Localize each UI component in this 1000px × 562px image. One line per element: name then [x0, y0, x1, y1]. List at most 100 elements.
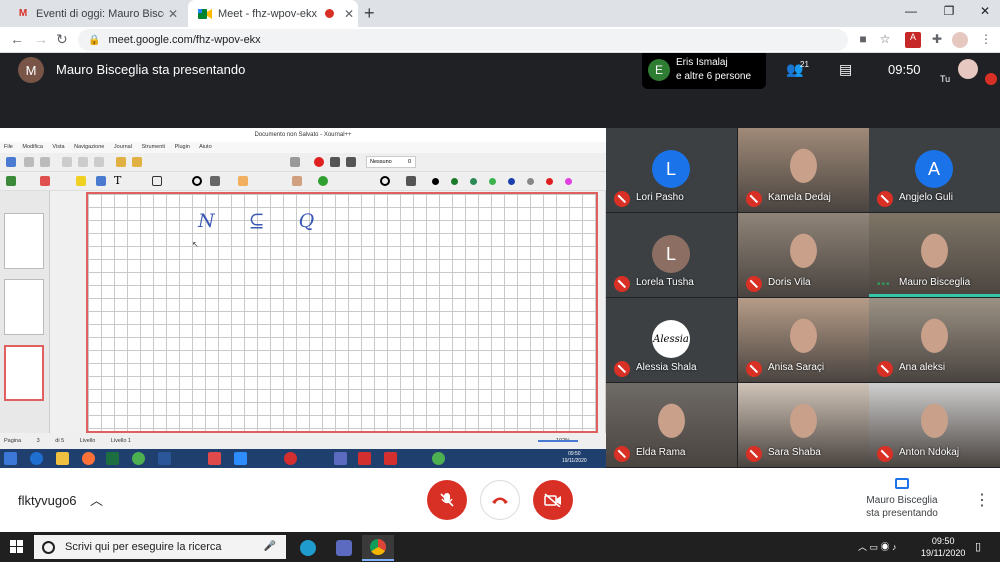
eraser-icon[interactable] — [40, 176, 50, 186]
color-swatch[interactable] — [527, 178, 534, 185]
forward-icon[interactable]: → — [34, 31, 48, 47]
close-tab-icon[interactable]: ✕ — [164, 7, 182, 21]
hand-icon[interactable] — [292, 176, 302, 186]
teams-app[interactable] — [328, 535, 360, 561]
page-input[interactable]: 3 — [37, 438, 40, 444]
page-thumbnail[interactable] — [4, 279, 44, 335]
open-icon[interactable] — [24, 157, 34, 167]
participant-tile[interactable]: L Lori Pasho — [606, 128, 737, 212]
leave-call-button[interactable] — [480, 480, 520, 520]
new-icon[interactable] — [6, 157, 16, 167]
image-icon[interactable] — [96, 176, 106, 186]
page-thumbnail-selected[interactable] — [4, 345, 44, 401]
camera-toggle-button[interactable] — [533, 480, 573, 520]
fullscreen-icon[interactable] — [290, 157, 300, 167]
puzzle-icon[interactable]: ✚ — [929, 32, 945, 48]
participant-tile[interactable]: Elda Rama — [606, 383, 737, 467]
participant-tile[interactable]: Kamela Dedaj — [738, 128, 869, 212]
menu-item[interactable]: Vista — [52, 144, 64, 150]
color-swatch[interactable] — [508, 178, 515, 185]
more-options-icon[interactable]: ⋮ — [974, 490, 990, 510]
copy-icon[interactable] — [78, 157, 88, 167]
minimize-button[interactable]: — — [896, 4, 926, 18]
windows-start-icon[interactable] — [10, 540, 24, 554]
ruler-icon[interactable] — [210, 176, 220, 186]
participant-tile[interactable]: A Angjelo Guli — [869, 128, 1000, 212]
text-tool-icon[interactable]: T — [114, 174, 121, 187]
camera-icon[interactable]: ■ — [855, 32, 871, 48]
system-tray[interactable]: ︿ ▭ ◉ ♪ — [858, 540, 897, 553]
close-tab-icon[interactable]: ✕ — [340, 7, 358, 21]
paste-icon[interactable] — [94, 157, 104, 167]
close-window-button[interactable]: ✕ — [970, 4, 1000, 18]
color-swatch[interactable] — [432, 178, 439, 185]
undo-icon[interactable] — [116, 157, 126, 167]
record-icon[interactable] — [314, 157, 324, 167]
highlighter-icon[interactable] — [76, 176, 86, 186]
chat-icon[interactable]: ▤ — [839, 61, 852, 78]
meeting-code[interactable]: flktyvugo6 — [18, 493, 77, 508]
save-icon[interactable] — [40, 157, 50, 167]
fill-icon[interactable] — [238, 176, 248, 186]
back-icon[interactable]: ← — [10, 31, 24, 47]
color-swatch[interactable] — [451, 178, 458, 185]
menu-item[interactable]: Modifica — [22, 144, 42, 150]
active-speakers-chip[interactable]: E Eris Ismalaj e altre 6 persone — [642, 53, 766, 89]
thickness-icon[interactable] — [380, 176, 390, 186]
color-swatch[interactable] — [470, 178, 477, 185]
pdf-extension-icon[interactable]: A — [905, 32, 921, 48]
participant-tile[interactable]: L Lorela Tusha — [606, 213, 737, 297]
address-bar[interactable]: 🔒 meet.google.com/fhz-wpov-ekx — [78, 29, 848, 51]
microphone-icon[interactable]: 🎤 — [264, 541, 276, 552]
new-tab-button[interactable]: + — [364, 3, 375, 24]
pause-icon[interactable] — [330, 157, 340, 167]
taskbar-clock[interactable]: 09:50 19/11/2020 — [921, 535, 965, 559]
color-swatch[interactable] — [565, 178, 572, 185]
chevron-up-icon[interactable]: ︿ — [90, 490, 103, 509]
participant-tile[interactable]: ••• Mauro Bisceglia — [869, 213, 1000, 297]
color-swatch[interactable] — [546, 178, 553, 185]
color-swatch[interactable] — [489, 178, 496, 185]
select-icon[interactable] — [192, 176, 202, 186]
drawing-canvas[interactable]: N ⊆ Q ↖ — [86, 192, 598, 433]
participant-tile[interactable]: Anisa Saraçi — [738, 298, 869, 382]
participant-tile[interactable]: Ana aleksi — [869, 298, 1000, 382]
participant-tile[interactable]: Doris Vila — [738, 213, 869, 297]
menu-item[interactable]: Plugin — [175, 144, 190, 150]
edge-app[interactable] — [292, 535, 324, 561]
profile-avatar[interactable] — [952, 32, 968, 48]
windows-icon — [4, 452, 17, 465]
page-thumbnail[interactable] — [4, 213, 44, 269]
cut-icon[interactable] — [62, 157, 72, 167]
participant-name: Lori Pasho — [636, 192, 684, 203]
participant-tile[interactable]: Sara Shaba — [738, 383, 869, 467]
color-picker-icon[interactable] — [406, 176, 416, 186]
menu-item[interactable]: Aiuto — [199, 144, 212, 150]
star-icon[interactable]: ☆ — [877, 32, 893, 48]
participant-tile[interactable]: Anton Ndokaj — [869, 383, 1000, 467]
redo-icon[interactable] — [132, 157, 142, 167]
menu-item[interactable]: Journal — [114, 144, 132, 150]
menu-item[interactable]: File — [4, 144, 13, 150]
pen-icon[interactable] — [6, 176, 16, 186]
restore-button[interactable]: ❐ — [934, 4, 964, 18]
menu-item[interactable]: Navigazione — [74, 144, 104, 150]
stop-icon[interactable] — [346, 157, 356, 167]
menu-dots-icon[interactable]: ⋮ — [978, 32, 994, 48]
zoom-select[interactable]: Nessuno 0 — [366, 156, 416, 168]
shape-icon[interactable] — [152, 176, 162, 186]
rotate-icon[interactable] — [318, 176, 328, 186]
taskbar-search[interactable]: Scrivi qui per eseguire la ricerca 🎤 — [34, 535, 286, 559]
self-avatar[interactable] — [958, 59, 978, 79]
reload-icon[interactable]: ↻ — [56, 31, 68, 48]
layer-select[interactable]: Livello 1 — [111, 438, 131, 444]
notifications-icon[interactable]: ▯ — [975, 540, 981, 553]
chrome-app[interactable] — [362, 535, 394, 561]
presenting-button[interactable]: Mauro Bisceglia sta presentando — [852, 478, 952, 520]
menu-item[interactable]: Strumenti — [141, 144, 165, 150]
participant-tile[interactable]: Alessia Alessia Shala — [606, 298, 737, 382]
tab-gmail[interactable]: M Eventi di oggi: Mauro Bisceglia t ✕ — [6, 0, 182, 27]
tab-meet[interactable]: Meet - fhz-wpov-ekx ✕ — [188, 0, 358, 27]
zoom-slider[interactable] — [538, 440, 578, 442]
mic-toggle-button[interactable] — [427, 480, 467, 520]
